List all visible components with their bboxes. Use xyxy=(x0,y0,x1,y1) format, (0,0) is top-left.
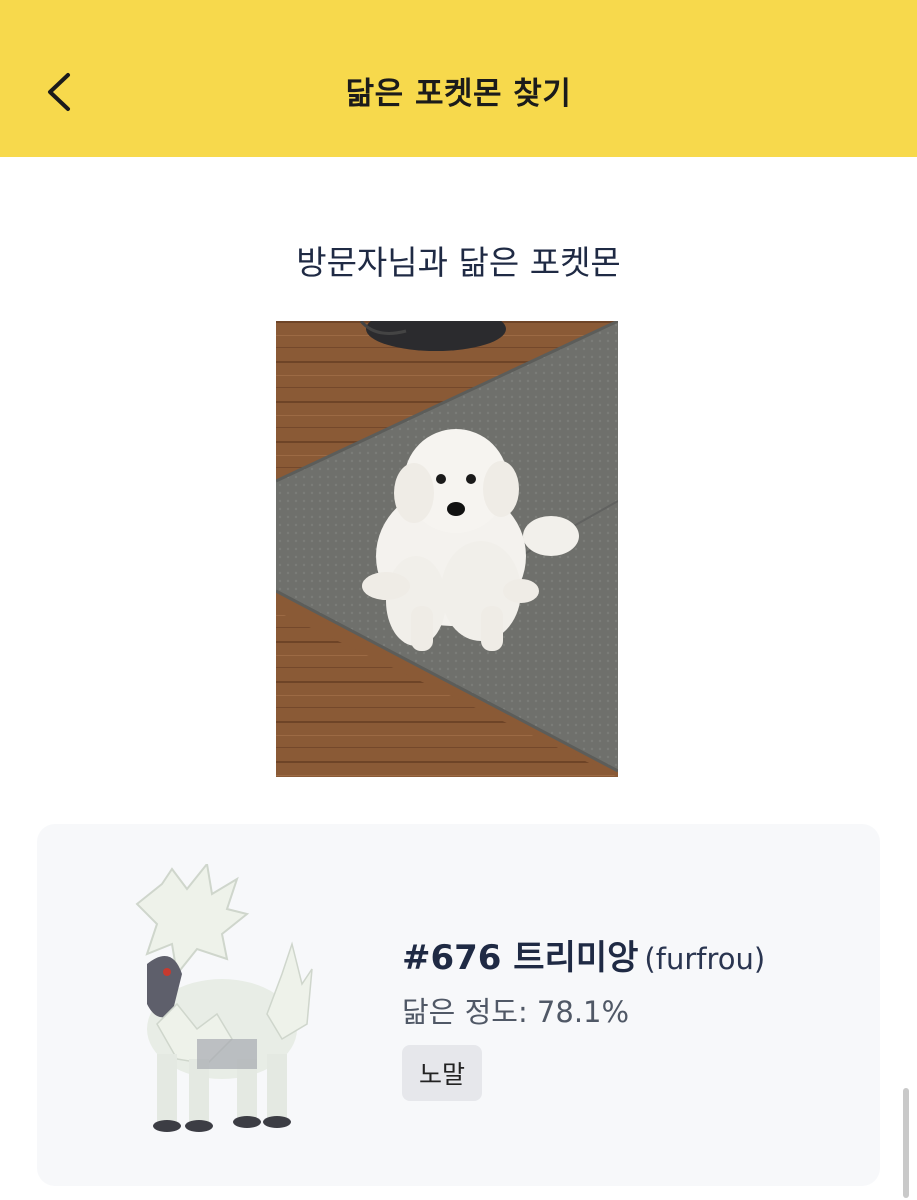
page-title: 닮은 포켓몬 찾기 xyxy=(345,76,572,112)
section-title: 방문자님과 닮은 포켓몬 xyxy=(296,243,621,282)
result-info: #676 트리미앙 (furfrou) 닮은 정도: 78.1% 노말 xyxy=(402,930,765,1101)
pokemon-name-line: #676 트리미앙 (furfrou) xyxy=(402,930,765,979)
pokemon-image xyxy=(117,861,317,1144)
similarity-score: 닮은 정도: 78.1% xyxy=(402,995,630,1029)
uploaded-photo xyxy=(276,321,618,777)
app-header: 닮은 포켓몬 찾기 xyxy=(0,0,917,157)
result-card[interactable]: #676 트리미앙 (furfrou) 닮은 정도: 78.1% 노말 xyxy=(37,824,880,1186)
pokemon-number-name: #676 트리미앙 xyxy=(402,938,639,978)
scrollbar[interactable] xyxy=(903,1088,909,1198)
page: 닮은 포켓몬 찾기 방문자님과 닮은 포켓몬 #676 트리미앙 (furfro… xyxy=(0,0,917,1200)
type-badge: 노말 xyxy=(402,1045,483,1101)
pokemon-english-name: (furfrou) xyxy=(644,942,766,976)
